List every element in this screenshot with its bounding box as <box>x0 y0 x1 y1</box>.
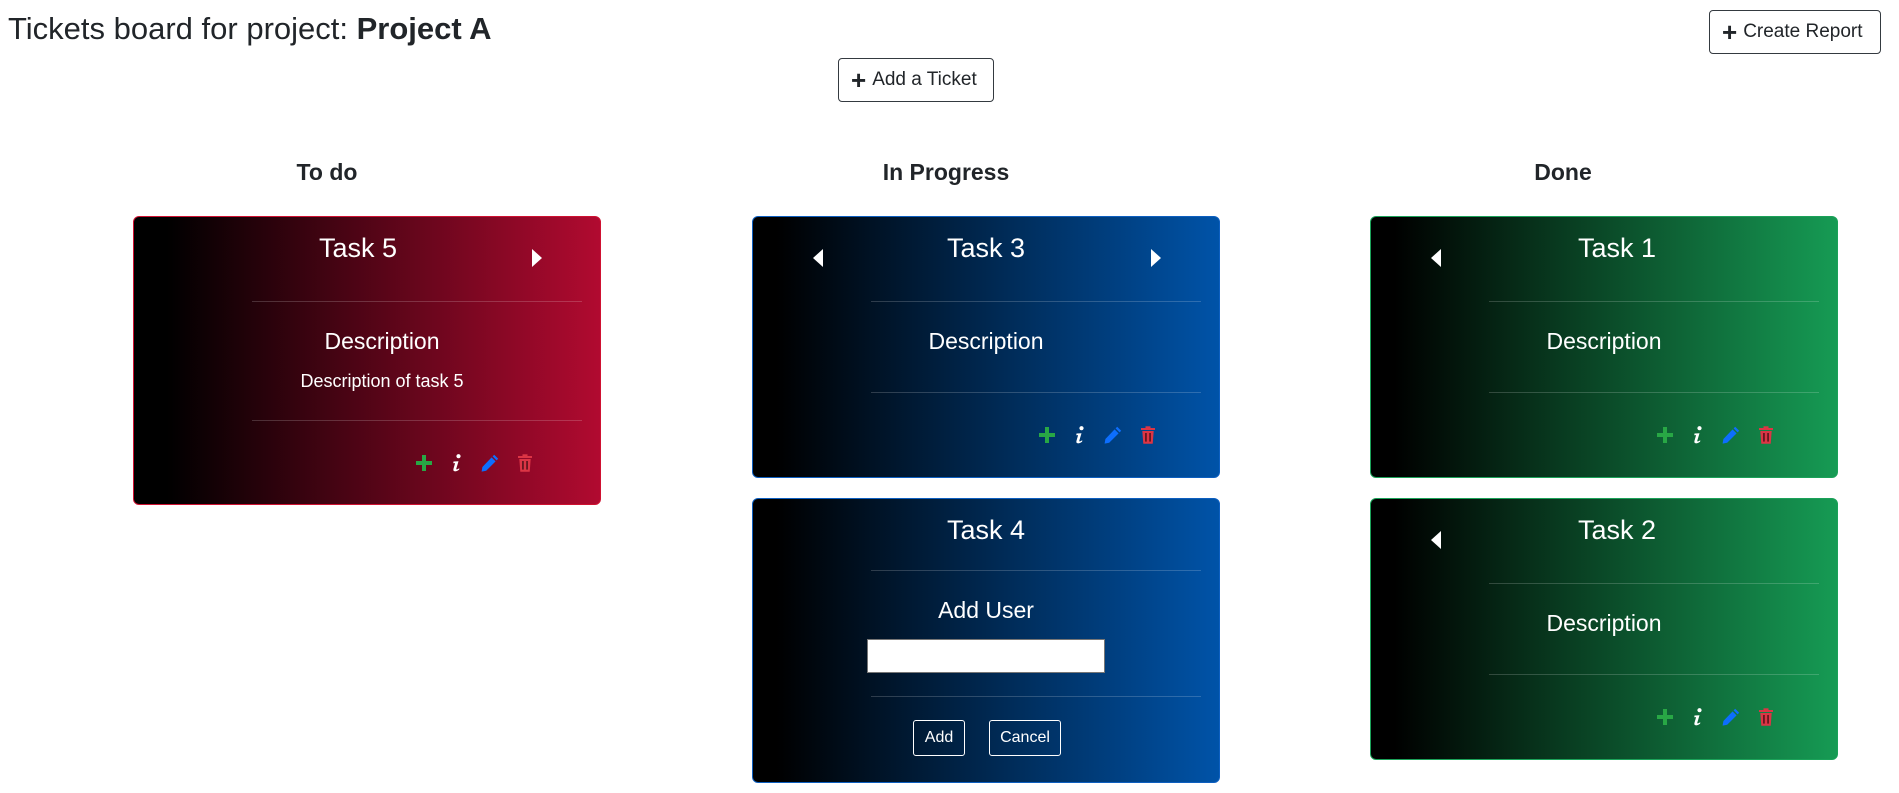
divider <box>1489 583 1819 584</box>
plus-icon: + <box>1722 17 1738 47</box>
page-title: Tickets board for project: Project A <box>8 10 492 48</box>
page-title-prefix: Tickets board for project: <box>8 11 357 46</box>
pencil-icon[interactable] <box>480 453 500 473</box>
info-icon[interactable] <box>1688 425 1708 445</box>
pencil-icon[interactable] <box>1103 425 1123 445</box>
column-heading-done: Done <box>1534 159 1592 185</box>
divider <box>1489 392 1819 393</box>
tickets-board-page: Tickets board for project: Project A + C… <box>0 0 1899 793</box>
caret-left-icon[interactable] <box>813 249 823 267</box>
description-text: Description of task 5 <box>300 371 464 391</box>
add-ticket-button[interactable]: + Add a Ticket <box>838 58 994 102</box>
create-report-label: Create Report <box>1743 21 1863 42</box>
description-heading: Description <box>1546 610 1662 636</box>
ticket-actions <box>414 453 534 483</box>
ticket-card-task-3: Task 3 Description <box>752 216 1220 478</box>
cancel-button[interactable]: Cancel <box>989 720 1061 756</box>
divider <box>1489 301 1819 302</box>
info-icon[interactable] <box>1070 425 1090 445</box>
create-report-button[interactable]: + Create Report <box>1709 10 1881 54</box>
trash-icon[interactable] <box>1756 425 1776 445</box>
plus-icon: + <box>851 65 867 95</box>
divider <box>252 420 582 421</box>
ticket-title: Task 2 <box>1577 515 1657 545</box>
add-user-heading: Add User <box>938 597 1034 623</box>
divider <box>252 301 582 302</box>
caret-left-icon[interactable] <box>1431 531 1441 549</box>
ticket-actions <box>1037 425 1157 455</box>
description-heading: Description <box>324 328 440 354</box>
plus-icon[interactable] <box>1655 707 1675 727</box>
ticket-card-task-4: Task 4 Add User Add Cancel <box>752 498 1220 783</box>
pencil-icon[interactable] <box>1721 425 1741 445</box>
ticket-card-task-2: Task 2 Description <box>1370 498 1838 760</box>
ticket-card-task-5: Task 5 Description Description of task 5 <box>133 216 601 505</box>
divider <box>871 696 1201 697</box>
project-name: Project A <box>356 11 492 46</box>
info-icon[interactable] <box>1688 707 1708 727</box>
ticket-title: Task 4 <box>946 515 1026 545</box>
add-user-input[interactable] <box>867 639 1105 673</box>
description-heading: Description <box>928 328 1044 354</box>
ticket-actions <box>1655 707 1775 737</box>
column-heading-in-progress: In Progress <box>882 159 1010 185</box>
caret-left-icon[interactable] <box>1431 249 1441 267</box>
plus-icon[interactable] <box>414 453 434 473</box>
add-user-button[interactable]: Add <box>913 720 965 756</box>
plus-icon[interactable] <box>1655 425 1675 445</box>
divider <box>871 392 1201 393</box>
info-icon[interactable] <box>447 453 467 473</box>
trash-icon[interactable] <box>515 453 535 473</box>
caret-right-icon[interactable] <box>1151 249 1161 267</box>
description-heading: Description <box>1546 328 1662 354</box>
trash-icon[interactable] <box>1756 707 1776 727</box>
column-heading-todo: To do <box>296 159 358 185</box>
divider <box>871 570 1201 571</box>
pencil-icon[interactable] <box>1721 707 1741 727</box>
add-ticket-label: Add a Ticket <box>872 69 977 90</box>
divider <box>871 301 1201 302</box>
ticket-card-task-1: Task 1 Description <box>1370 216 1838 478</box>
ticket-title: Task 5 <box>318 233 398 263</box>
plus-icon[interactable] <box>1037 425 1057 445</box>
ticket-title: Task 1 <box>1577 233 1657 263</box>
ticket-actions <box>1655 425 1775 455</box>
divider <box>1489 674 1819 675</box>
caret-right-icon[interactable] <box>532 249 542 267</box>
trash-icon[interactable] <box>1138 425 1158 445</box>
